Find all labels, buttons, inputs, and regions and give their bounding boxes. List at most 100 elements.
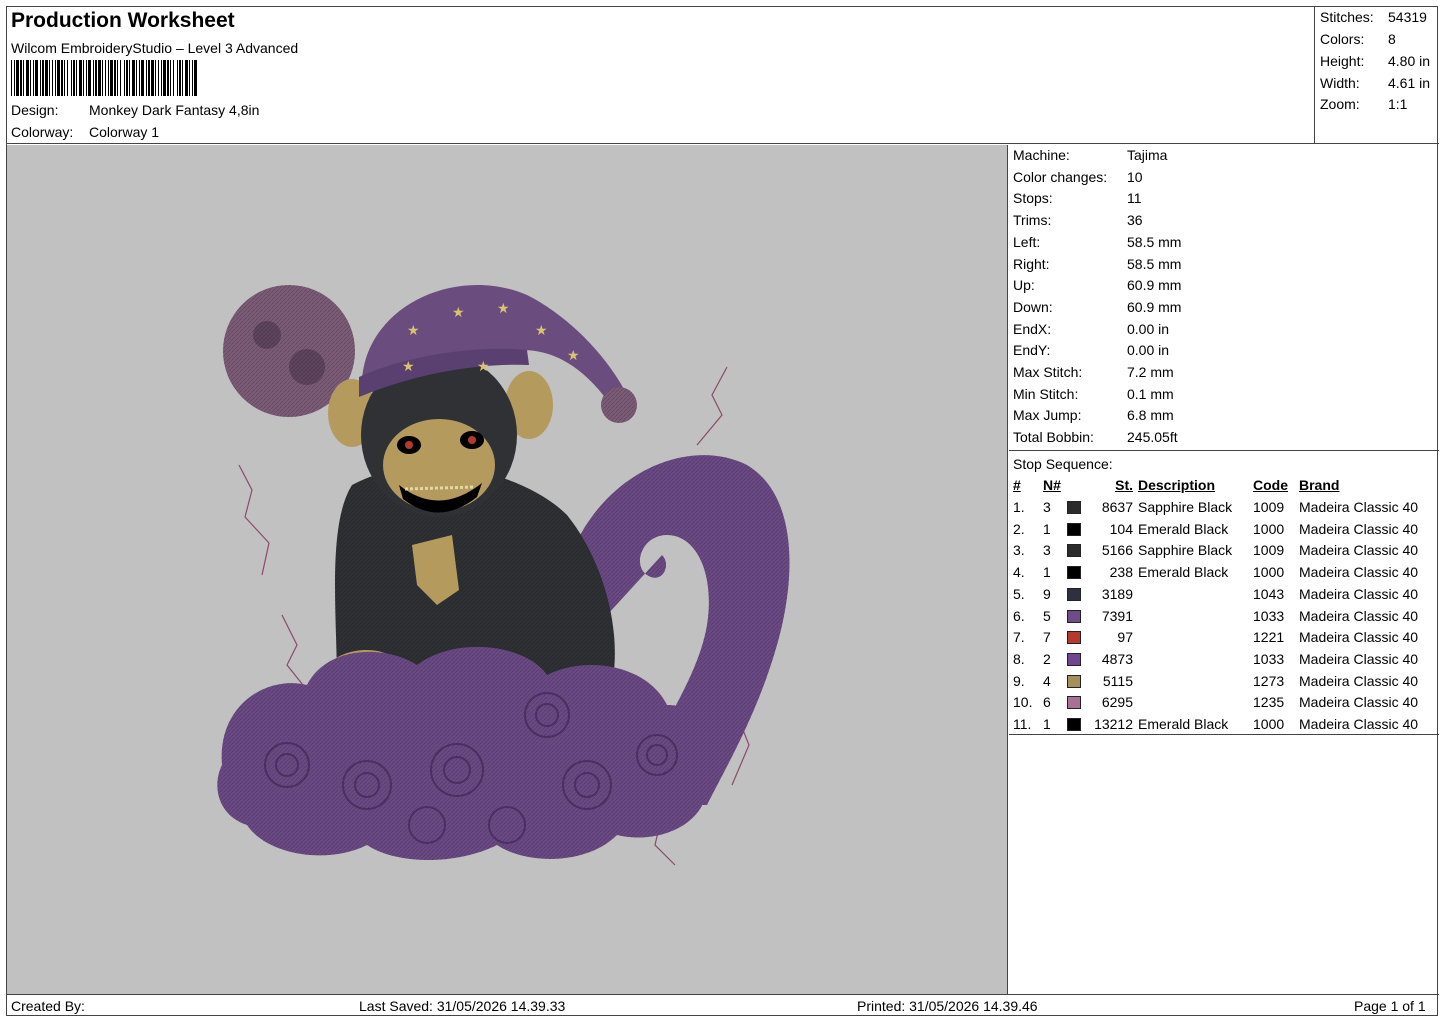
svg-text:★: ★	[535, 323, 548, 339]
stop-row-stitches: 3189	[1101, 585, 1133, 602]
machine-info-value: 58.5 mm	[1127, 233, 1182, 250]
col-header-code: Code	[1253, 477, 1288, 493]
page-number: Page 1 of 1	[1354, 998, 1426, 1014]
stop-row-index: 6.	[1013, 607, 1025, 624]
machine-info-value: 6.8 mm	[1127, 407, 1174, 424]
machine-info-label: Total Bobbin:	[1013, 429, 1094, 446]
svg-text:★: ★	[477, 359, 490, 375]
stop-row-index: 1.	[1013, 499, 1025, 515]
summary-value: 4.61 in	[1388, 75, 1431, 91]
colorway-value: Colorway 1	[89, 124, 160, 140]
machine-info-label: Max Jump:	[1013, 407, 1082, 424]
stop-row-brand: Madeira Classic 40	[1299, 520, 1419, 537]
machine-info-row: EndY: 0.00 in	[1013, 342, 1169, 358]
machine-info-row: Total Bobbin: 245.05ft	[1013, 429, 1178, 445]
stop-row-index: 11.	[1013, 716, 1032, 732]
summary-label: Zoom:	[1320, 96, 1360, 112]
stop-row-stitches: 5115	[1102, 672, 1133, 689]
stop-row-description: Sapphire Black	[1138, 499, 1233, 515]
worksheet-page: Production Worksheet Wilcom EmbroiderySt…	[6, 6, 1439, 1016]
stop-row-needle: 7	[1043, 629, 1051, 646]
machine-info-label: Min Stitch:	[1013, 385, 1079, 402]
stop-sequence-title: Stop Sequence:	[1013, 456, 1113, 472]
machine-info-label: Up:	[1013, 277, 1035, 294]
machine-info-value: 0.00 in	[1127, 342, 1170, 359]
design-preview: ★ ★ ★ ★ ★ ★ ★	[7, 145, 1008, 994]
stop-row-stitches: 6295	[1101, 694, 1133, 711]
stop-row-code: 1043	[1253, 585, 1285, 602]
machine-info-label: EndY:	[1013, 342, 1051, 359]
software-name: Wilcom EmbroideryStudio – Level 3 Advanc…	[11, 40, 299, 56]
worksheet-footer: Created By: Last Saved: 31/05/2026 14.39…	[7, 994, 1439, 1016]
created-by: Created By:	[11, 998, 85, 1014]
machine-info-label: Max Stitch:	[1013, 364, 1083, 380]
stop-row-needle: 3	[1043, 542, 1051, 559]
thread-color-swatch	[1067, 609, 1081, 623]
thread-color-swatch	[1067, 544, 1081, 558]
last-saved: Last Saved: 31/05/2026 14.39.33	[359, 998, 566, 1014]
machine-info-row: Down: 60.9 mm	[1013, 299, 1181, 315]
thread-color-swatch	[1067, 522, 1081, 536]
machine-info-value: 58.5 mm	[1127, 255, 1182, 272]
machine-info-row: Up: 60.9 mm	[1013, 277, 1181, 293]
machine-info-label: Left:	[1013, 233, 1041, 250]
stop-row-stitches: 238	[1109, 564, 1133, 581]
panel-divider	[1009, 734, 1439, 735]
stop-row-index: 8.	[1013, 650, 1025, 667]
machine-info-row: Color changes: 10	[1013, 169, 1143, 185]
thread-color-swatch	[1067, 631, 1081, 645]
stop-row-needle: 2	[1043, 650, 1051, 667]
stop-row-description: Sapphire Black	[1138, 542, 1233, 559]
machine-info-value: 0.00 in	[1127, 320, 1170, 337]
stop-row-index: 3.	[1013, 542, 1025, 559]
machine-info-label: Down:	[1013, 298, 1053, 315]
barcode	[11, 60, 471, 96]
stop-row-stitches: 5166	[1101, 542, 1133, 559]
thread-color-swatch	[1067, 652, 1081, 666]
machine-info-row: Left: 58.5 mm	[1013, 234, 1181, 250]
stop-row-brand: Madeira Classic 40	[1299, 650, 1419, 667]
machine-info-row: Max Stitch: 7.2 mm	[1013, 364, 1174, 380]
summary-label: Height:	[1320, 53, 1365, 69]
stop-row-code: 1273	[1253, 672, 1285, 689]
summary-value: 4.80 in	[1388, 53, 1431, 69]
summary-label: Colors:	[1320, 31, 1365, 47]
svg-text:★: ★	[497, 301, 510, 317]
machine-info-label: Color changes:	[1013, 168, 1108, 185]
machine-info-row: Max Jump: 6.8 mm	[1013, 407, 1174, 423]
stop-row-code: 1009	[1253, 499, 1285, 515]
machine-info-row: EndX: 0.00 in	[1013, 321, 1169, 337]
summary-row-stitches: Stitches: 54319	[1320, 9, 1427, 25]
stop-row-stitches: 8637	[1101, 499, 1133, 515]
machine-info-value: 60.9 mm	[1127, 277, 1182, 294]
machine-info-label: EndX:	[1013, 320, 1052, 337]
stop-row-needle: 1	[1043, 716, 1051, 732]
colorway-label: Colorway:	[11, 124, 74, 140]
stop-row-code: 1033	[1253, 607, 1285, 624]
thread-color-swatch	[1067, 587, 1081, 601]
svg-text:★: ★	[402, 359, 415, 375]
stop-row-needle: 6	[1043, 694, 1051, 711]
summary-row-height: Height: 4.80 in	[1320, 53, 1430, 69]
stop-row-brand: Madeira Classic 40	[1299, 716, 1419, 732]
stop-row-needle: 1	[1043, 564, 1051, 581]
machine-info-label: Stops:	[1013, 190, 1053, 207]
stop-row-brand: Madeira Classic 40	[1299, 585, 1419, 602]
stop-row-stitches: 7391	[1101, 607, 1133, 624]
machine-info-value: Tajima	[1127, 147, 1168, 163]
design-summary: Stitches: 54319 Colors: 8 Height: 4.80 in W…	[1314, 7, 1439, 144]
stop-row-brand: Madeira Classic 40	[1299, 694, 1419, 711]
stop-row-code: 1235	[1253, 694, 1285, 711]
stop-row-description: Emerald Black	[1138, 564, 1229, 581]
stop-row-brand: Madeira Classic 40	[1299, 607, 1419, 624]
stop-row-needle: 3	[1043, 499, 1051, 515]
machine-info-value: 10	[1127, 168, 1143, 185]
stop-row-description: Emerald Black	[1138, 716, 1229, 732]
machine-info-row: Machine: Tajima	[1013, 147, 1167, 163]
stop-row-stitches: 104	[1109, 520, 1133, 537]
stop-row-stitches: 97	[1117, 629, 1133, 646]
stop-row-code: 1000	[1253, 716, 1285, 732]
summary-value: 1:1	[1388, 96, 1408, 112]
stop-row-index: 9.	[1013, 672, 1025, 689]
summary-row-zoom: Zoom: 1:1	[1320, 96, 1407, 112]
